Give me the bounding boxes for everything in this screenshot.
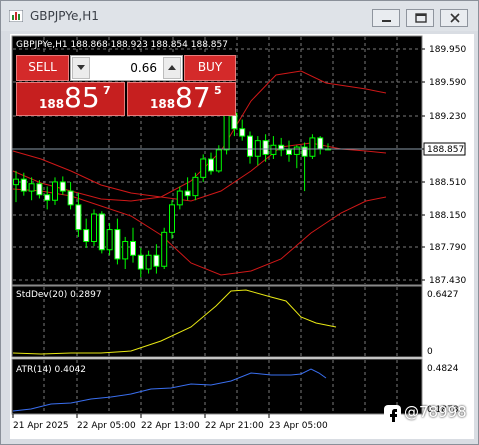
candle-body xyxy=(293,146,300,155)
price-tick-label: 189.590 xyxy=(429,78,466,88)
time-tick-label: 23 Apr 05:00 xyxy=(269,421,328,431)
atr-label: ATR(14) 0.4042 xyxy=(16,365,86,375)
buy-price-prefix: 188 xyxy=(150,97,176,111)
candle-body xyxy=(130,241,136,256)
watermark: @78998 xyxy=(384,403,476,425)
candle-body xyxy=(91,213,97,242)
stddev-max-tick: 0.6427 xyxy=(427,290,459,300)
candle-body xyxy=(254,140,261,157)
candle-body xyxy=(13,178,19,186)
lot-decrease-button[interactable] xyxy=(72,57,90,79)
price-tick-label: 187.430 xyxy=(429,276,466,286)
candle-body xyxy=(192,176,199,197)
sell-price-sup: 7 xyxy=(103,84,111,97)
restore-button[interactable] xyxy=(406,9,434,27)
buy-price-big: 87 xyxy=(175,81,211,114)
stddev-label: StdDev(20) 0.2897 xyxy=(16,290,102,300)
candle-body xyxy=(145,254,152,270)
candle-body xyxy=(67,190,74,206)
candle-body xyxy=(247,135,253,157)
candle-body xyxy=(137,254,144,270)
candle-body xyxy=(36,183,43,196)
price-tick-label: 188.150 xyxy=(429,211,466,221)
candle-body xyxy=(215,149,222,172)
candle-body xyxy=(286,149,292,155)
social-logo-icon xyxy=(384,405,401,422)
price-tick-label: 188.510 xyxy=(429,178,466,188)
candle-body xyxy=(262,140,269,155)
candle-body xyxy=(223,112,230,151)
minimize-button[interactable] xyxy=(372,9,400,27)
close-button[interactable] xyxy=(440,9,468,27)
sell-label: SELL xyxy=(28,60,57,74)
title-bar[interactable]: GBPJPYe,H1 xyxy=(1,1,478,31)
sell-price-prefix: 188 xyxy=(39,97,65,111)
close-icon xyxy=(450,13,460,23)
price-tick-label: 189.230 xyxy=(429,112,466,122)
candle-body xyxy=(161,231,168,267)
candle-body xyxy=(20,178,27,192)
chart-window-icon xyxy=(9,10,23,22)
stddev-min-tick: 0 xyxy=(427,347,433,357)
candle-body xyxy=(114,229,121,260)
time-tick-label: 22 Apr 05:00 xyxy=(77,421,136,431)
triangle-down-icon xyxy=(77,65,85,70)
time-tick-label: 22 Apr 13:00 xyxy=(141,421,200,431)
candle-body xyxy=(75,204,82,231)
triangle-up-icon xyxy=(168,65,176,70)
candle-body xyxy=(208,158,214,172)
candle-body xyxy=(317,137,324,150)
candle-body xyxy=(106,229,113,251)
candle-body xyxy=(98,213,105,251)
chart-header: GBPJPYe,H1 188.868 188.923 188.854 188.8… xyxy=(16,40,228,50)
candle-body xyxy=(153,254,160,267)
atr-max-tick: 0.4824 xyxy=(427,364,459,374)
candle-body xyxy=(169,204,175,233)
candle-body xyxy=(270,144,277,155)
candle-body xyxy=(122,241,129,260)
buy-price-sup: 5 xyxy=(214,84,222,97)
price-tick-label: 189.950 xyxy=(429,45,466,55)
candle-body xyxy=(176,190,183,206)
lot-increase-button[interactable] xyxy=(163,57,181,79)
current-price-label: 188.857 xyxy=(427,145,464,155)
minimize-icon xyxy=(382,20,391,22)
candle-body xyxy=(44,194,51,201)
terminal-window: GBPJPYe,H1 GBPJPYe,H1 188.868 188.923 18… xyxy=(0,0,479,445)
one-click-trading-panel: SELL BUY 188 85 7 188 87 5 xyxy=(16,55,236,116)
buy-label: BUY xyxy=(197,60,223,74)
candle-body xyxy=(83,229,90,242)
candle-body xyxy=(52,181,58,201)
restore-icon xyxy=(415,13,427,23)
candle-body xyxy=(239,128,246,137)
candle-body xyxy=(184,190,191,197)
price-tick-label: 187.790 xyxy=(429,243,466,253)
candle-body xyxy=(309,137,316,157)
buy-button[interactable]: BUY xyxy=(184,55,236,81)
candle-body xyxy=(59,181,66,192)
lot-size-control xyxy=(70,55,183,81)
candle-body xyxy=(200,158,207,178)
time-tick-label: 22 Apr 21:00 xyxy=(205,421,264,431)
candle-body xyxy=(28,183,35,192)
sell-price-display[interactable]: 188 85 7 xyxy=(16,81,125,116)
candle-body xyxy=(301,146,308,157)
sell-price-big: 85 xyxy=(64,81,100,114)
lot-size-input[interactable] xyxy=(93,59,157,77)
window-title: GBPJPYe,H1 xyxy=(30,9,99,23)
sell-button[interactable]: SELL xyxy=(16,55,69,81)
time-tick-label: 21 Apr 2025 xyxy=(13,421,69,431)
watermark-text: @78998 xyxy=(404,403,467,421)
buy-price-display[interactable]: 188 87 5 xyxy=(127,81,236,116)
